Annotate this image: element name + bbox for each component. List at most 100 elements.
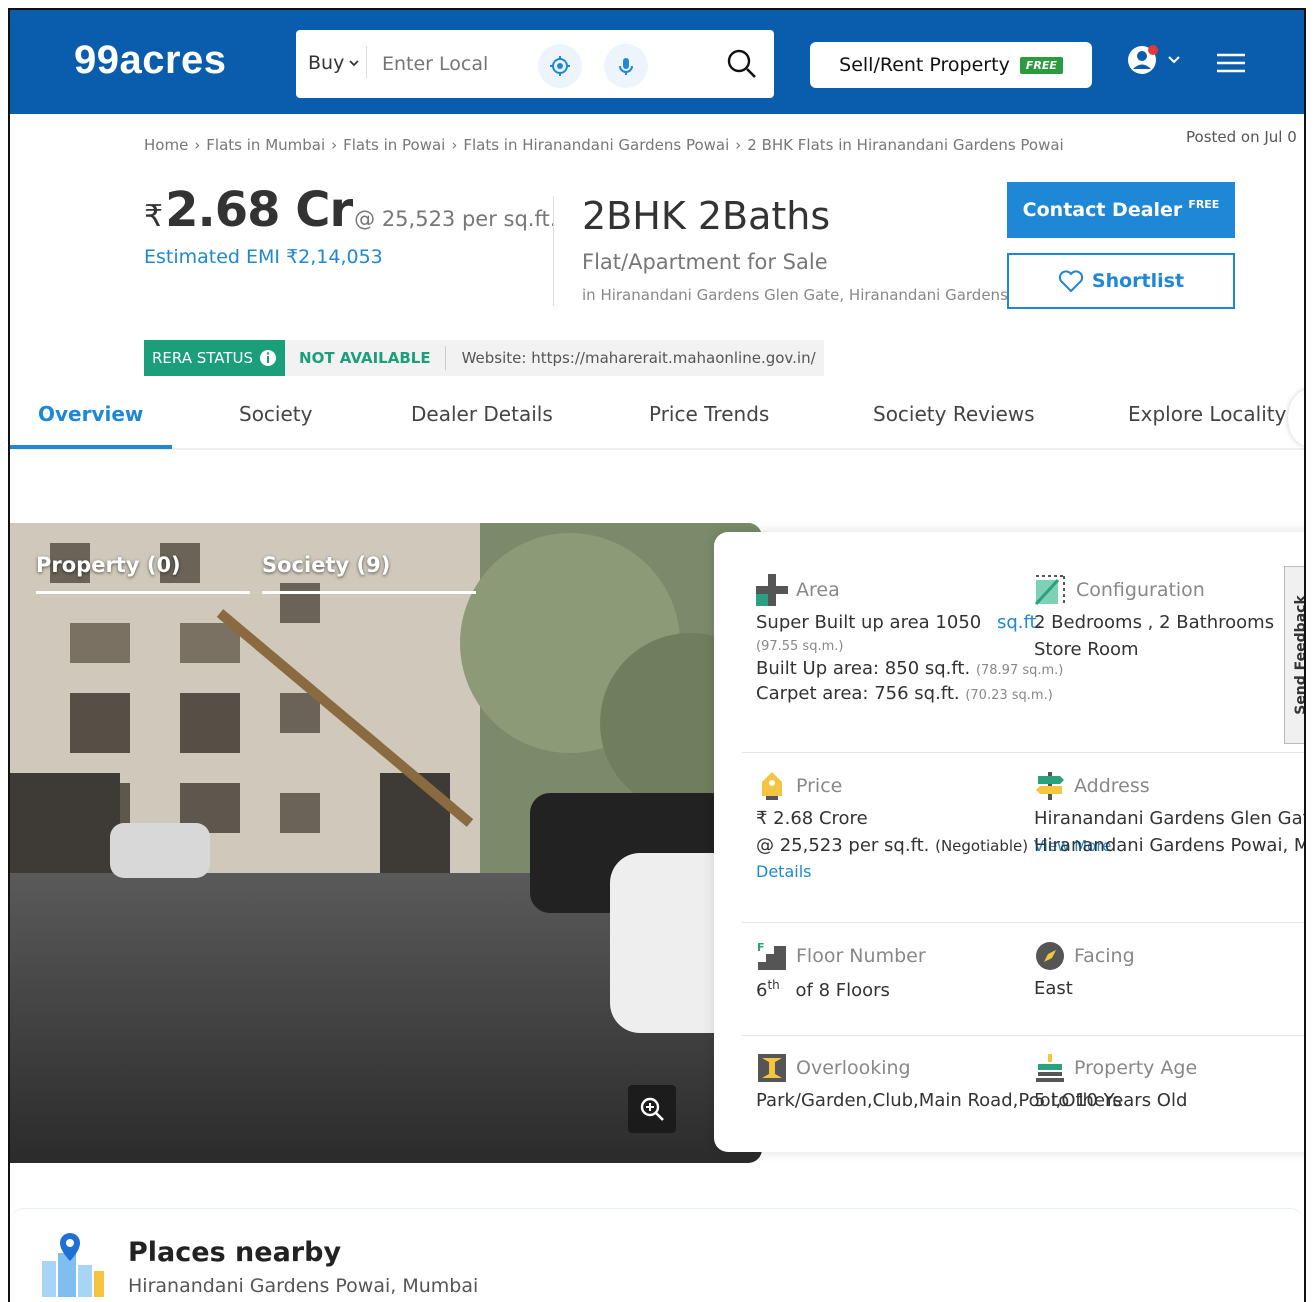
- zoom-button[interactable]: [628, 1085, 676, 1133]
- tab-society[interactable]: Society: [239, 402, 312, 426]
- gallery-tab-underline: [262, 591, 476, 594]
- price-details-link[interactable]: Details: [756, 862, 1111, 881]
- send-feedback-label: Send Feedback: [1293, 595, 1306, 715]
- contact-dealer-label: Contact Dealer: [1022, 199, 1183, 221]
- estimated-emi-link[interactable]: Estimated EMI ₹2,14,053: [144, 246, 556, 268]
- locate-button[interactable]: [538, 44, 582, 88]
- facing-label: Facing: [1074, 945, 1135, 967]
- floor-section: F Floor Number 6th of 8 Floors: [756, 940, 926, 1001]
- price-label: Price: [796, 775, 843, 797]
- floor-total: of 8 Floors: [795, 980, 890, 1001]
- breadcrumb-item[interactable]: 2 BHK Flats in Hiranandani Gardens Powai: [747, 136, 1063, 154]
- signpost-icon: [1036, 772, 1064, 800]
- price-block: ₹ 2.68 Cr @ 25,523 per sq.ft. Estimated …: [144, 182, 556, 268]
- tab-explore-locality[interactable]: Explore Locality: [1128, 402, 1286, 426]
- search-button[interactable]: [722, 44, 762, 84]
- logo[interactable]: 99acres: [74, 38, 227, 83]
- buy-dropdown[interactable]: Buy: [308, 52, 360, 74]
- hamburger-menu-button[interactable]: [1216, 52, 1246, 78]
- locality-search-input[interactable]: [382, 46, 522, 82]
- free-badge: FREE: [1188, 197, 1220, 211]
- breadcrumb-item[interactable]: Home: [144, 136, 188, 154]
- address-section: Address Hiranandani Gardens Glen Gate Hi…: [1034, 770, 1306, 856]
- sell-rent-label: Sell/Rent Property: [839, 54, 1010, 76]
- tab-society-reviews[interactable]: Society Reviews: [873, 402, 1035, 426]
- carpet-area: Carpet area: 756 sq.ft.: [756, 683, 960, 704]
- window-icon: [758, 1054, 786, 1082]
- breadcrumb-separator: ›: [451, 136, 458, 154]
- address-label: Address: [1074, 775, 1150, 797]
- svg-text:F: F: [757, 941, 765, 954]
- zoom-in-icon: [640, 1097, 664, 1121]
- photo-gallery[interactable]: Property (0) Society (9): [10, 523, 762, 1163]
- address-line2: Hiranandani Gardens Powai, Mumbai: [1034, 835, 1304, 856]
- gallery-tab-property[interactable]: Property (0): [36, 553, 181, 577]
- tab-price-trends[interactable]: Price Trends: [649, 402, 769, 426]
- property-title: 2BHK 2Baths: [582, 194, 831, 238]
- price-tag-icon: [762, 772, 782, 800]
- facing-section: Facing East: [1034, 940, 1135, 999]
- property-photo: [10, 523, 762, 1163]
- posted-date: Posted on Jul 0: [1186, 128, 1297, 146]
- property-details-card: Area Super Built up area 1050 sq.ft. (97…: [714, 532, 1306, 1152]
- breadcrumb: Home › Flats in Mumbai › Flats in Powai › F…: [144, 136, 1064, 154]
- buy-label: Buy: [308, 52, 345, 74]
- browser-frame: 99acres Buy Sell/Rent Property FREE: [8, 8, 1306, 1302]
- tab-overview[interactable]: Overview: [38, 402, 143, 426]
- voice-search-button[interactable]: [604, 44, 648, 88]
- property-age-label: Property Age: [1074, 1057, 1198, 1079]
- breadcrumb-item[interactable]: Flats in Mumbai: [206, 136, 325, 154]
- gallery-tab-society[interactable]: Society (9): [262, 553, 390, 577]
- location-target-icon: [550, 56, 570, 76]
- breadcrumb-item[interactable]: Flats in Hiranandani Gardens Powai: [463, 136, 729, 154]
- places-nearby-subtitle: Hiranandani Gardens Powai, Mumbai: [128, 1275, 479, 1297]
- rera-status-label: RERA STATUS: [144, 340, 286, 376]
- super-built-area: Super Built up area 1050: [756, 612, 982, 633]
- sell-rent-property-button[interactable]: Sell/Rent Property FREE: [810, 42, 1092, 88]
- shortlist-button[interactable]: Shortlist: [1007, 253, 1235, 309]
- carpet-area-sqm: (70.23 sq.m.): [965, 688, 1053, 703]
- address-line1: Hiranandani Gardens Glen Gate: [1034, 808, 1306, 829]
- tabs-scroll-button[interactable]: [1288, 390, 1304, 446]
- built-up-area-sqm: (78.97 sq.m.): [975, 663, 1064, 678]
- breadcrumb-separator: ›: [735, 136, 742, 154]
- property-location: in Hiranandani Gardens Glen Gate, Hirana…: [582, 286, 1012, 304]
- floor-number: 6: [756, 980, 768, 1001]
- section-divider: [742, 1035, 1304, 1036]
- rera-status-row: RERA STATUS NOT AVAILABLE Website: https…: [144, 340, 824, 376]
- area-section: Area Super Built up area 1050 sq.ft. (97…: [756, 574, 1063, 704]
- price-per-sqft-detail: @ 25,523 per sq.ft.: [756, 835, 930, 856]
- breadcrumb-item[interactable]: Flats in Powai: [343, 136, 445, 154]
- overlooking-label: Overlooking: [796, 1057, 911, 1079]
- search-divider: [366, 46, 367, 78]
- configuration-section: Configuration 2 Bedrooms , 2 Bathrooms S…: [1034, 574, 1274, 660]
- floor-label: Floor Number: [796, 945, 926, 967]
- building-age-icon: [1036, 1054, 1064, 1082]
- tab-dealer-details[interactable]: Dealer Details: [411, 402, 553, 426]
- breadcrumb-separator: ›: [194, 136, 201, 154]
- rera-status-value: NOT AVAILABLE: [285, 346, 446, 370]
- area-icon: [756, 574, 788, 606]
- info-icon[interactable]: [259, 349, 277, 367]
- property-age-value: 5 to 10 Years Old: [1034, 1090, 1188, 1111]
- rera-status-text: RERA STATUS: [152, 349, 254, 367]
- gallery-tab-underline: [36, 591, 250, 594]
- contact-dealer-button[interactable]: Contact Dealer FREE: [1007, 182, 1235, 238]
- user-menu[interactable]: [1126, 42, 1182, 78]
- send-feedback-tab[interactable]: Send Feedback: [1284, 566, 1306, 744]
- location-city-icon: [42, 1233, 104, 1297]
- facing-value: East: [1034, 978, 1073, 999]
- search-bar: Buy: [296, 30, 774, 98]
- section-tabs: Overview Society Dealer Details Price Tr…: [10, 390, 1304, 450]
- built-up-area: Built Up area: 850 sq.ft.: [756, 658, 971, 679]
- configuration-rooms: 2 Bedrooms , 2 Bathrooms: [1034, 612, 1275, 633]
- heart-icon: [1058, 270, 1084, 292]
- rera-website[interactable]: Website: https://maharerait.mahaonline.g…: [446, 340, 824, 376]
- configuration-icon: [1034, 575, 1066, 606]
- section-divider: [742, 752, 1304, 753]
- microphone-icon: [619, 58, 633, 75]
- places-nearby-title: Places nearby: [128, 1237, 342, 1268]
- price-per-sqft: @ 25,523 per sq.ft.: [354, 207, 557, 231]
- free-badge: FREE: [1019, 56, 1063, 74]
- breadcrumb-separator: ›: [331, 136, 338, 154]
